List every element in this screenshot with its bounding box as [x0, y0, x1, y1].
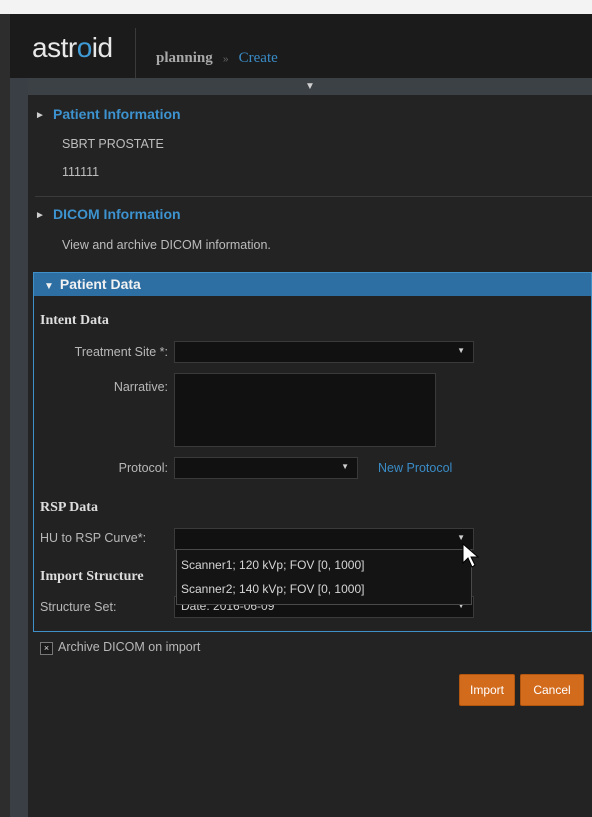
- narrative-label: Narrative:: [113, 380, 168, 394]
- chevron-down-icon: ▼: [457, 533, 465, 542]
- dicom-information-title[interactable]: DICOM Information: [53, 206, 181, 222]
- rsp-data-heading: RSP Data: [40, 500, 98, 515]
- dicom-information-section: ► DICOM Information View and archive DIC…: [35, 206, 592, 266]
- patient-data-title: Patient Data: [59, 276, 141, 292]
- hu-to-rsp-curve-label: HU to RSP Curve*:: [40, 531, 147, 545]
- expand-arrow-icon[interactable]: ►: [35, 110, 45, 121]
- section-divider: [35, 196, 592, 197]
- intent-data-heading: Intent Data: [40, 313, 109, 328]
- protocol-label: Protocol:: [118, 461, 168, 475]
- hu-to-rsp-curve-select[interactable]: ▼: [174, 528, 474, 550]
- archive-dicom-checkbox[interactable]: ×: [40, 642, 53, 655]
- breadcrumb-separator: »: [222, 54, 229, 65]
- left-sidebar: [10, 78, 28, 817]
- cancel-button[interactable]: Cancel: [520, 674, 584, 706]
- treatment-site-select[interactable]: ▼: [174, 341, 474, 363]
- patient-data-header[interactable]: ▼ Patient Data: [34, 273, 591, 296]
- breadcrumb-planning[interactable]: planning: [156, 50, 213, 66]
- patient-information-section: ► Patient Information SBRT PROSTATE 1111…: [35, 106, 592, 196]
- mouse-cursor-icon: [462, 543, 480, 568]
- dropdown-option[interactable]: Scanner2; 140 kVp; FOV [0, 1000]: [181, 582, 364, 596]
- breadcrumb-create[interactable]: Create: [239, 50, 278, 66]
- expand-arrow-icon[interactable]: ►: [35, 210, 45, 221]
- breadcrumb: planning » Create: [156, 49, 278, 67]
- narrative-textarea[interactable]: [174, 373, 436, 447]
- patient-name: SBRT PROSTATE: [62, 137, 164, 151]
- collapse-arrow-icon: ▼: [44, 281, 54, 292]
- app-header: astroid planning » Create: [10, 14, 592, 79]
- structure-set-label: Structure Set:: [40, 600, 117, 614]
- dropdown-option[interactable]: Scanner1; 120 kVp; FOV [0, 1000]: [181, 558, 364, 572]
- dicom-information-description: View and archive DICOM information.: [62, 238, 271, 252]
- collapse-toggle-bar[interactable]: ▼: [28, 78, 592, 95]
- import-button[interactable]: Import: [459, 674, 515, 706]
- top-strip: [0, 0, 592, 14]
- patient-information-title[interactable]: Patient Information: [53, 106, 181, 122]
- hu-to-rsp-curve-dropdown: Scanner1; 120 kVp; FOV [0, 1000] Scanner…: [176, 549, 472, 605]
- import-structure-heading: Import Structure: [40, 569, 144, 584]
- astroid-logo[interactable]: astroid: [32, 32, 113, 64]
- new-protocol-link[interactable]: New Protocol: [378, 461, 452, 475]
- protocol-select[interactable]: ▼: [174, 457, 358, 479]
- archive-dicom-label: Archive DICOM on import: [58, 640, 201, 654]
- chevron-down-icon: ▼: [341, 462, 349, 471]
- header-divider: [135, 28, 136, 78]
- chevron-down-icon: ▼: [457, 346, 465, 355]
- patient-id: 111111: [62, 165, 100, 179]
- treatment-site-label: Treatment Site *:: [74, 345, 168, 359]
